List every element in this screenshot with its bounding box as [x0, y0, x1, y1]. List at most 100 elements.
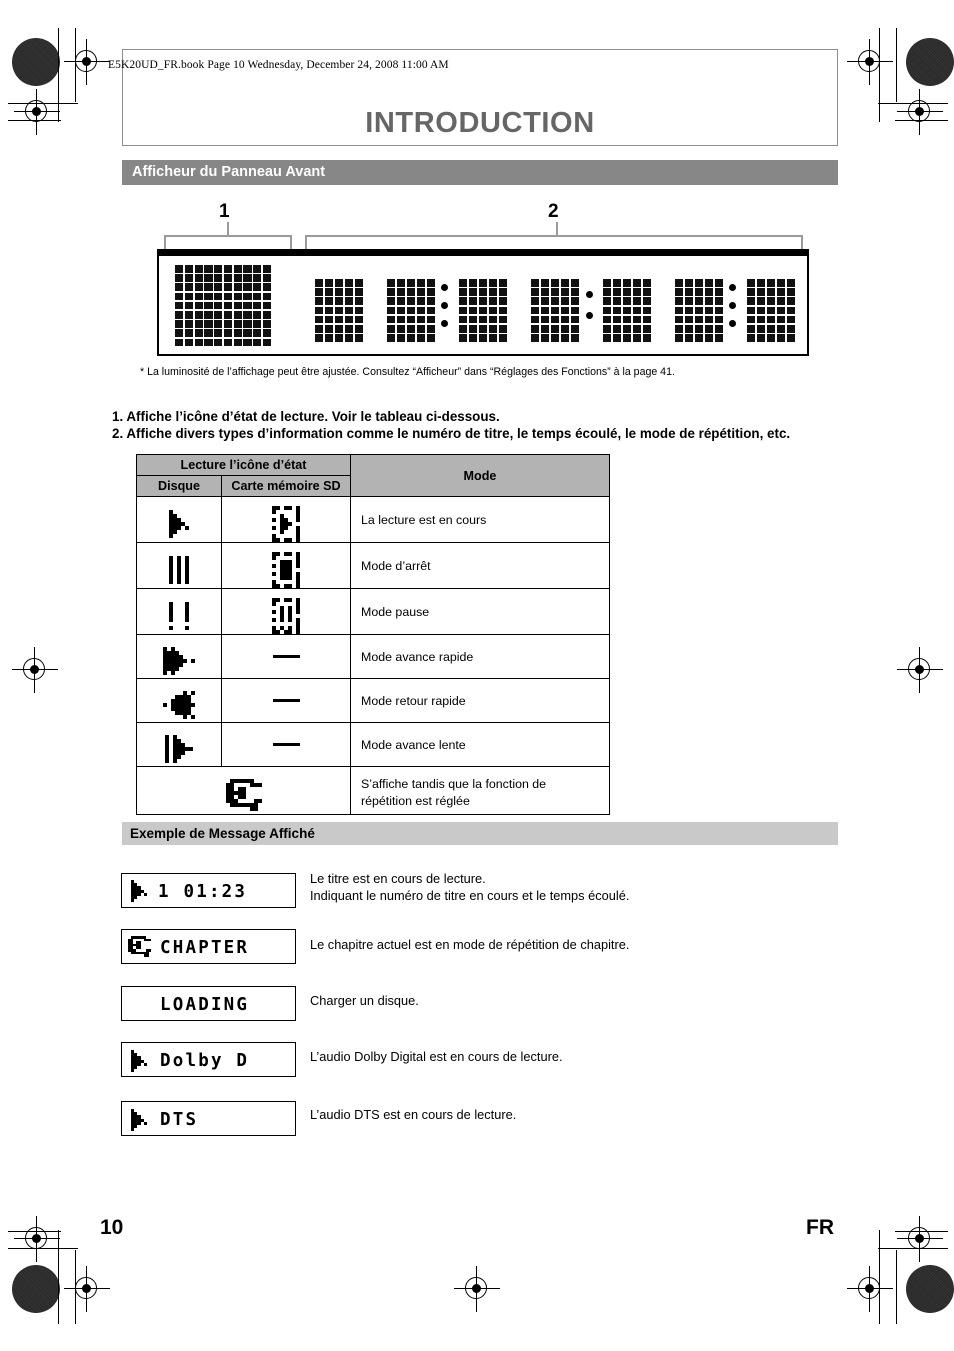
- crop-mark: [75, 28, 77, 102]
- callout-bracket: [164, 235, 292, 237]
- table-row: S’affiche tandis que la fonction de répé…: [136, 766, 610, 815]
- table-row: La lecture est en cours: [136, 496, 610, 543]
- sd-not-available-dash: [221, 678, 351, 723]
- character-cell: [747, 279, 796, 342]
- registration-mark: [847, 39, 893, 85]
- lcd-example-text: 1 01:23: [158, 882, 248, 902]
- lcd-example-text: LOADING: [160, 995, 250, 1015]
- status-icon-table: Lecture l’icône d’état Mode Disque Carte…: [136, 454, 610, 815]
- example-description: Le chapitre actuel est en mode de répéti…: [310, 937, 630, 952]
- section-header-bar: Afficheur du Panneau Avant: [122, 160, 838, 185]
- book-file-line: E5K20UD_FR.book Page 10 Wednesday, Decem…: [108, 59, 449, 71]
- example-description: Indiquant le numéro de titre en cours et…: [310, 888, 630, 903]
- crop-mark: [895, 120, 948, 122]
- table-row: Mode avance lente: [136, 722, 610, 767]
- mode-label: S’affiche tandis que la fonction de répé…: [350, 766, 610, 815]
- crop-mark: [8, 1231, 61, 1233]
- character-cell: [315, 279, 364, 342]
- character-cell: [459, 279, 508, 342]
- disc-play-icon: [136, 496, 222, 543]
- character-cell: [531, 279, 580, 342]
- callout-leader-line: [556, 222, 558, 236]
- mode-label: Mode d’arrêt: [350, 542, 610, 589]
- lcd-example-text: DTS: [160, 1110, 199, 1130]
- registration-mark: [14, 89, 60, 135]
- panel-top-bar: [159, 251, 807, 256]
- example-description: L’audio Dolby Digital est en cours de le…: [310, 1049, 563, 1064]
- print-color-target: [906, 1265, 954, 1313]
- colon-dot: [729, 320, 736, 327]
- callout-number-2: 2: [548, 201, 559, 222]
- example-description: Le titre est en cours de lecture.: [310, 871, 486, 886]
- character-cell: [675, 279, 724, 342]
- play-icon: [131, 880, 147, 903]
- section-title: Afficheur du Panneau Avant: [132, 164, 326, 180]
- mode-label: Mode retour rapide: [350, 678, 610, 723]
- table-header-sd: Carte mémoire SD: [221, 475, 351, 497]
- crop-mark: [8, 1248, 78, 1250]
- registration-mark: [454, 1266, 500, 1312]
- crop-mark: [58, 28, 60, 122]
- registration-mark: [847, 1266, 893, 1312]
- registration-mark: [897, 647, 943, 693]
- page-title: INTRODUCTION: [365, 107, 595, 139]
- table-row: Mode d’arrêt: [136, 542, 610, 589]
- disc-slow-forward-icon: [136, 722, 222, 767]
- character-cell: [603, 279, 652, 342]
- examples-header-label: Exemple de Message Affiché: [130, 825, 315, 841]
- lcd-example-text: Dolby D: [160, 1051, 250, 1071]
- crop-mark: [879, 28, 881, 122]
- colon-dot: [441, 284, 448, 291]
- crop-mark: [8, 120, 61, 122]
- crop-mark: [879, 1230, 881, 1324]
- status-icon-matrix: [175, 265, 272, 347]
- crop-mark: [896, 1250, 898, 1324]
- mode-label: Mode avance lente: [350, 722, 610, 767]
- disc-stop-icon: [136, 542, 222, 589]
- disc-pause-icon: [136, 588, 222, 635]
- table-row: Mode retour rapide: [136, 678, 610, 723]
- registration-mark: [897, 1216, 943, 1262]
- registration-mark: [14, 1216, 60, 1262]
- page-language: FR: [806, 1216, 834, 1239]
- numbered-item-2: 2. Affiche divers types d’information co…: [112, 426, 791, 441]
- colon-dot: [729, 284, 736, 291]
- sd-not-available-dash: [221, 722, 351, 767]
- registration-mark: [897, 89, 943, 135]
- crop-mark: [896, 28, 898, 102]
- colon-dot: [441, 302, 448, 309]
- play-icon: [131, 1109, 147, 1132]
- print-color-target: [12, 1265, 60, 1313]
- table-header-disc: Disque: [136, 475, 222, 497]
- front-panel-display: [157, 249, 809, 356]
- callout-bracket: [305, 235, 803, 237]
- lcd-example-text: CHAPTER: [160, 938, 250, 958]
- example-description: L’audio DTS est en cours de lecture.: [310, 1107, 517, 1122]
- mode-label: Mode avance rapide: [350, 634, 610, 679]
- page-number: 10: [100, 1216, 124, 1239]
- crop-mark: [878, 103, 948, 105]
- table-header-group: Lecture l’icône d’état: [136, 454, 351, 476]
- table-header-mode: Mode: [350, 454, 610, 497]
- sd-stop-icon: [221, 542, 351, 589]
- examples-header-bar: Exemple de Message Affiché: [122, 822, 838, 845]
- crop-mark: [878, 1248, 948, 1250]
- numbered-item-1: 1. Affiche l’icône d’état de lecture. Vo…: [112, 409, 500, 424]
- sd-not-available-dash: [221, 634, 351, 679]
- disc-fast-forward-icon: [136, 634, 222, 679]
- mode-label: Mode pause: [350, 588, 610, 635]
- callout-number-1: 1: [219, 201, 230, 222]
- character-cell: [387, 279, 436, 342]
- table-row: Mode pause: [136, 588, 610, 635]
- repeat-icon: [128, 936, 152, 957]
- colon-dot: [586, 312, 593, 319]
- repeat-icon: [136, 766, 351, 815]
- example-description: Charger un disque.: [310, 993, 419, 1008]
- colon-dot: [729, 302, 736, 309]
- sd-pause-icon: [221, 588, 351, 635]
- crop-mark: [895, 1231, 948, 1233]
- print-color-target: [12, 38, 60, 86]
- crop-mark: [58, 1230, 60, 1324]
- crop-mark: [75, 1250, 77, 1324]
- play-icon: [131, 1050, 147, 1073]
